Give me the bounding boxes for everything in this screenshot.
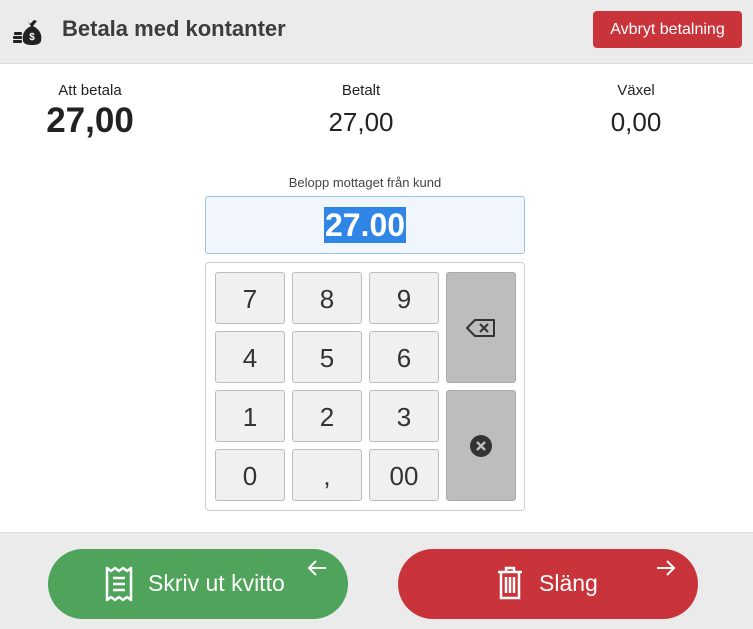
svg-text:$: $ (29, 32, 35, 43)
key-5[interactable]: 5 (292, 331, 362, 383)
page-title: Betala med kontanter (62, 16, 286, 41)
cancel-payment-button[interactable]: Avbryt betalning (593, 11, 742, 48)
amount-received-label: Belopp mottaget från kund (288, 175, 442, 190)
amount-due-label: Att betala (58, 82, 122, 99)
amount-due-value: 27,00 (46, 101, 134, 140)
discard-label: Släng (539, 570, 598, 596)
change-label: Växel (617, 82, 655, 99)
amount-received-input[interactable]: 27.00 (205, 196, 525, 254)
change-value: 0,00 (610, 107, 662, 137)
key-9[interactable]: 9 (369, 272, 439, 324)
backspace-button[interactable] (446, 272, 516, 383)
amount-received-value: 27.00 (323, 207, 407, 243)
key-8[interactable]: 8 (292, 272, 362, 324)
amount-due-section: Att betala 27,00 (0, 82, 180, 141)
money-bag-icon: $ (13, 20, 42, 45)
paid-section: Betalt 27,00 (271, 82, 451, 138)
receipt-icon (105, 566, 133, 602)
key-4[interactable]: 4 (215, 331, 285, 383)
print-receipt-label: Skriv ut kvitto (148, 570, 285, 596)
key-00[interactable]: 00 (369, 449, 439, 501)
clear-icon (470, 434, 492, 457)
discard-button[interactable]: Släng (398, 549, 698, 619)
footer: Skriv ut kvitto Släng (0, 532, 753, 629)
backspace-icon (466, 318, 495, 337)
change-section: Växel 0,00 (546, 82, 726, 138)
key-7[interactable]: 7 (215, 272, 285, 324)
trash-icon (498, 566, 522, 600)
header: $ Betala med kontanter Avbryt betalning (0, 0, 753, 64)
print-receipt-button[interactable]: Skriv ut kvitto (48, 549, 348, 619)
key-1[interactable]: 1 (215, 390, 285, 442)
key-3[interactable]: 3 (369, 390, 439, 442)
key-6[interactable]: 6 (369, 331, 439, 383)
numeric-keypad: 7 8 9 4 5 6 1 2 3 0 , 00 (205, 262, 525, 511)
paid-value: 27,00 (328, 107, 394, 137)
arrow-right-icon (657, 560, 676, 576)
key-0[interactable]: 0 (215, 449, 285, 501)
arrow-left-icon (307, 560, 326, 576)
clear-button[interactable] (446, 390, 516, 501)
paid-label: Betalt (341, 82, 381, 99)
key-comma[interactable]: , (292, 449, 362, 501)
key-2[interactable]: 2 (292, 390, 362, 442)
